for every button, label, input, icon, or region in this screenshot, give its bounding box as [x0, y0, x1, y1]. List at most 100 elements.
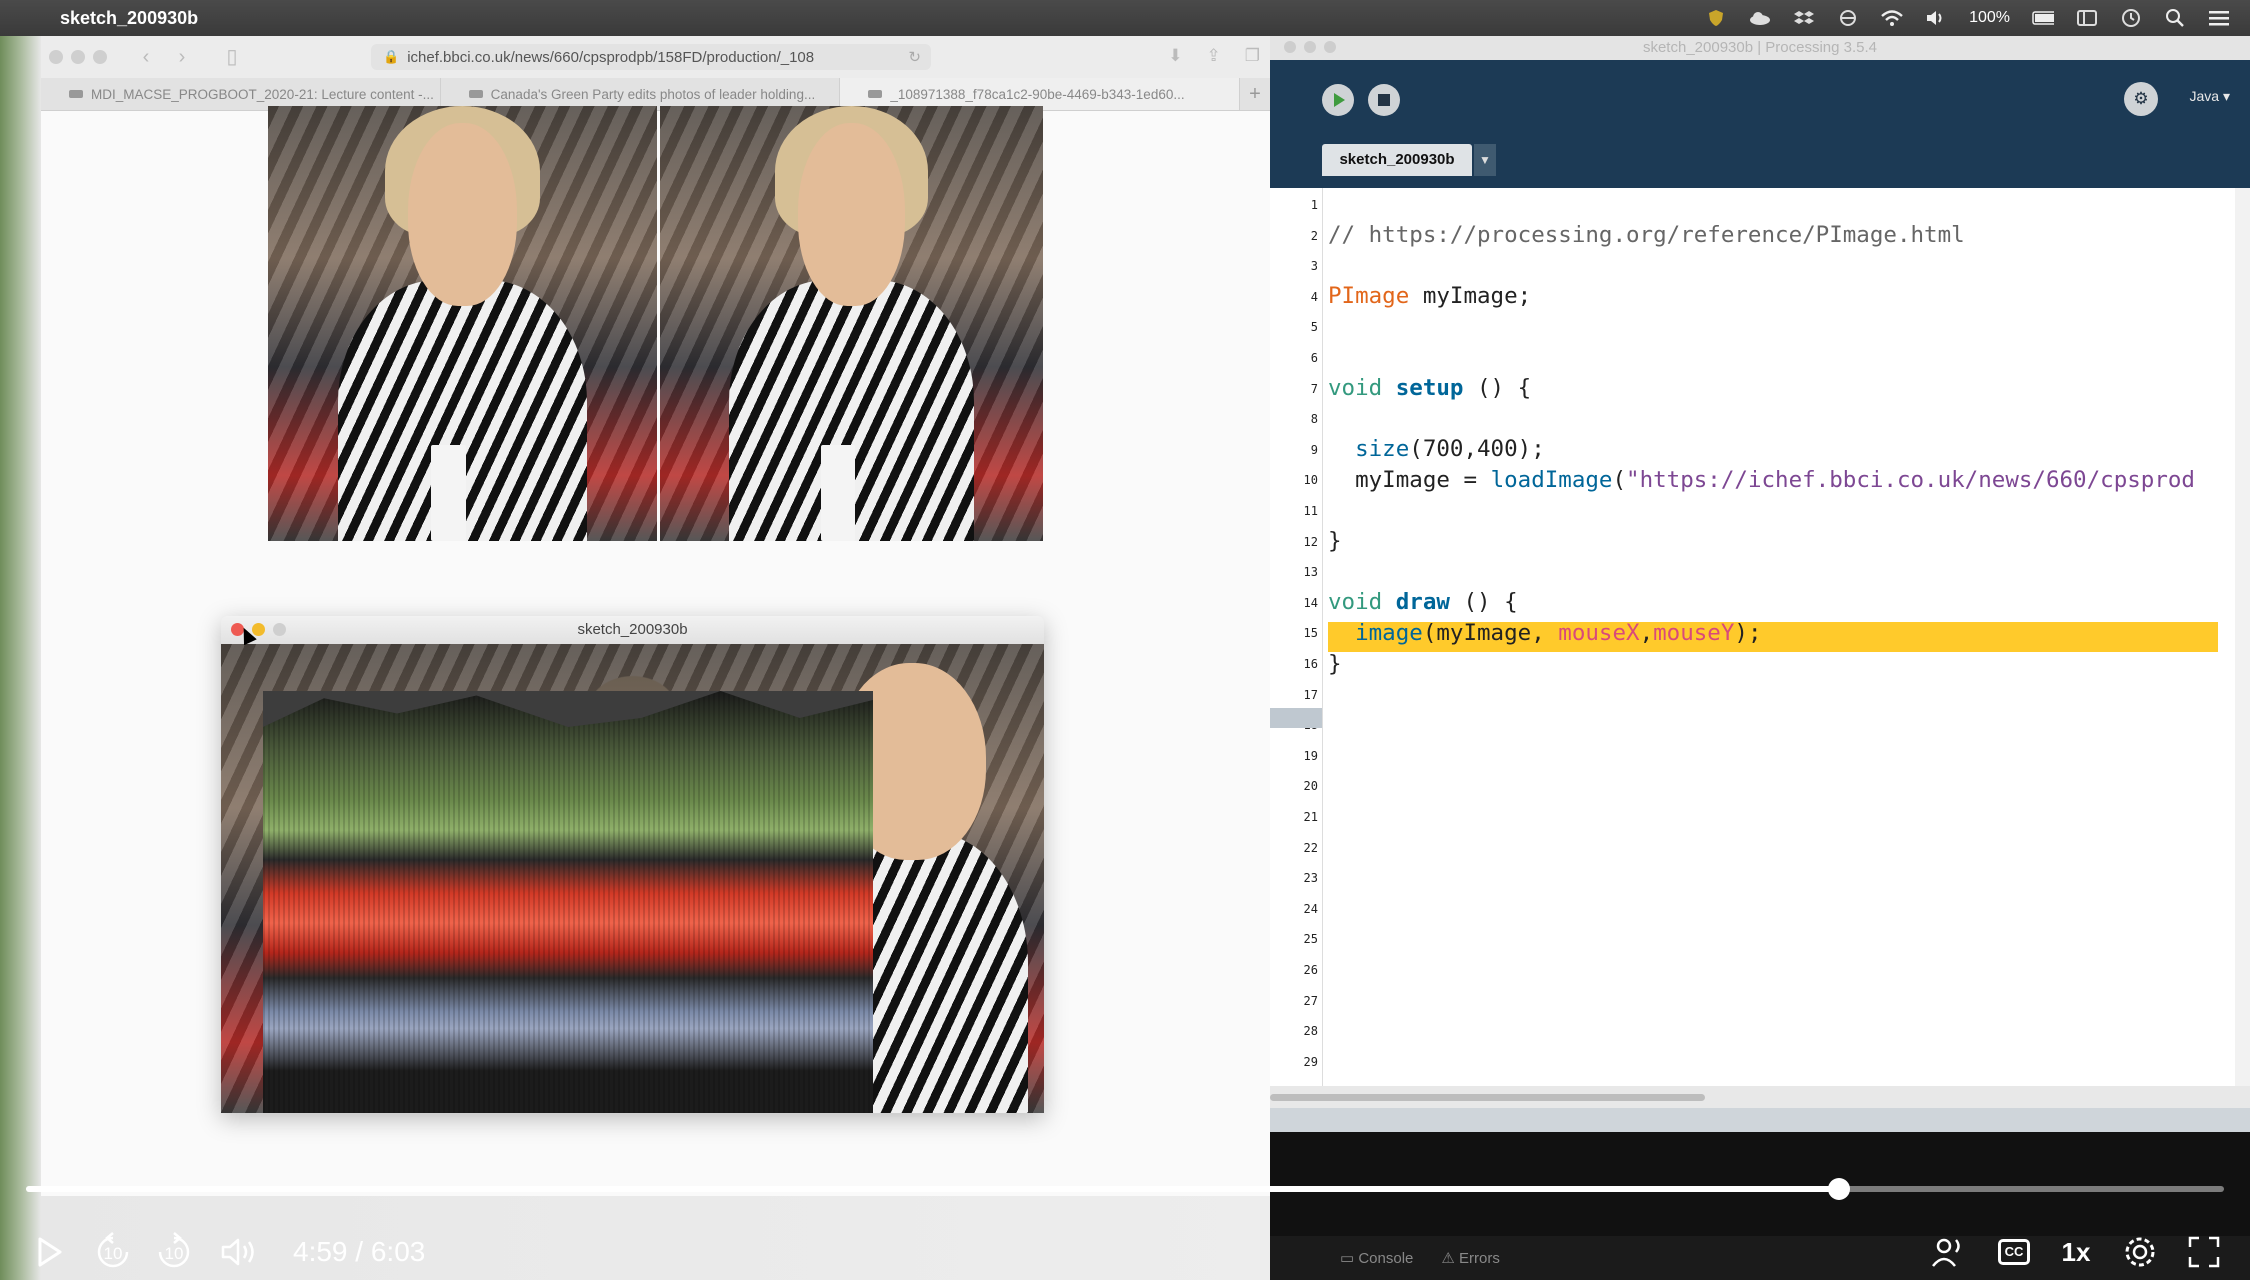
volume-button[interactable] [218, 1232, 262, 1272]
search-icon[interactable] [2164, 9, 2186, 27]
line-number: 8 [1310, 412, 1318, 427]
stop-icon [1378, 94, 1390, 106]
sidebar-icon[interactable]: ▯ [219, 45, 245, 69]
line-number: 4 [1310, 289, 1318, 304]
tab-title: MDI_MACSE_PROGBOOT_2020-21: Lecture cont… [91, 86, 434, 102]
line-number: 28 [1303, 1024, 1318, 1039]
ide-toolbar: ⚙ Java ▾ sketch_200930b ▼ [1270, 60, 2250, 188]
line-number: 21 [1303, 810, 1318, 824]
share-icon[interactable]: ⇪ [1207, 46, 1221, 66]
photo-right [660, 106, 1043, 541]
code-line-4: PImage myImage; [1328, 283, 1532, 309]
minimize-icon[interactable] [1304, 41, 1316, 53]
scrollbar-thumb[interactable] [1270, 1094, 1705, 1101]
display-icon[interactable] [2076, 9, 2098, 27]
line-number: 1 [1310, 198, 1318, 212]
ide-titlebar: sketch_200930b | Processing 3.5.4 [1270, 36, 2250, 60]
progress-bar[interactable] [26, 1178, 2224, 1200]
line-number: 25 [1303, 932, 1318, 947]
fullscreen-button[interactable] [2184, 1232, 2224, 1272]
dropbox-icon[interactable] [1793, 9, 1815, 27]
minimize-window-button[interactable] [71, 50, 85, 64]
wifi-icon[interactable] [1881, 9, 1903, 27]
processing-ide: sketch_200930b | Processing 3.5.4 ⚙ Java… [1270, 36, 2250, 1280]
code-line-12: } [1328, 528, 1342, 554]
progress-fill [26, 1186, 1839, 1192]
sketch-canvas[interactable] [221, 644, 1044, 1113]
run-button[interactable] [1322, 84, 1354, 116]
play-button[interactable] [30, 1232, 70, 1272]
tab-favicon-icon [868, 90, 883, 98]
line-number: 15 [1303, 626, 1318, 641]
duration: 6:03 [370, 1236, 426, 1267]
line-number: 16 [1303, 657, 1318, 671]
shield-icon[interactable] [1705, 9, 1727, 27]
line-number: 10 [1303, 473, 1318, 488]
volume-icon [221, 1238, 254, 1266]
address-text: ichef.bbci.co.uk/news/660/cpsprodpb/158F… [407, 48, 815, 66]
sketch-window-titlebar: sketch_200930b [221, 616, 1044, 645]
menu-extras: 100% [1705, 0, 2230, 36]
tabs-overview-icon[interactable]: ❐ [1245, 46, 1260, 66]
tab-menu-arrow-icon[interactable]: ▼ [1474, 144, 1496, 176]
address-bar[interactable]: 🔒 ichef.bbci.co.uk/news/660/cpsprodpb/15… [371, 44, 931, 70]
tab-title: _108971388_f78ca1c2-90be-4469-b343-1ed60… [890, 86, 1185, 102]
sketch-window-title: sketch_200930b [577, 621, 688, 638]
sketch-output-window: sketch_200930b [221, 616, 1044, 1113]
settings-button[interactable] [2118, 1232, 2162, 1272]
playback-speed-button[interactable]: 1x [2056, 1232, 2096, 1272]
browser-toolbar-actions: ⬇ ⇪ ❐ [1168, 46, 1260, 66]
sketch-tab[interactable]: sketch_200930b [1322, 144, 1472, 176]
mode-selector[interactable]: Java ▾ [2190, 88, 2231, 105]
control-center-icon[interactable] [2208, 9, 2230, 27]
zoom-icon[interactable] [273, 623, 286, 636]
skip-forward-button[interactable]: 10 [153, 1232, 195, 1272]
captions-button[interactable]: CC [1992, 1232, 2036, 1272]
skip-back-seconds: 10 [103, 1244, 123, 1263]
editor-horizontal-scrollbar[interactable] [1270, 1086, 2250, 1108]
network-icon[interactable] [1837, 9, 1859, 27]
debugger-button[interactable]: ⚙ [2124, 82, 2158, 116]
settings-gear-icon [2125, 1237, 2155, 1267]
zoom-icon[interactable] [1324, 41, 1336, 53]
close-icon[interactable] [1284, 41, 1296, 53]
time-display: 4:59 / 6:03 [293, 1236, 425, 1268]
audio-description-button[interactable] [1926, 1232, 1970, 1272]
volume-icon[interactable] [1925, 9, 1947, 27]
reload-icon[interactable]: ↻ [908, 48, 921, 66]
skip-forward-seconds: 10 [164, 1244, 184, 1263]
cloud-icon[interactable] [1749, 9, 1771, 27]
line-number: 14 [1303, 595, 1318, 610]
current-line-marker [1270, 708, 1322, 728]
skip-back-button[interactable]: 10 [92, 1232, 134, 1272]
time-separator: / [347, 1236, 371, 1267]
fullscreen-icon [2188, 1236, 2220, 1268]
zoom-window-button[interactable] [93, 50, 107, 64]
line-number: 12 [1303, 534, 1318, 549]
back-arrow-icon[interactable]: ‹ [133, 45, 159, 69]
editor-vertical-scrollbar[interactable] [2235, 188, 2250, 1086]
line-number: 3 [1310, 259, 1318, 274]
forward-arrow-icon[interactable]: › [169, 45, 195, 69]
download-icon[interactable]: ⬇ [1168, 46, 1182, 66]
code-line-10: myImage = loadImage("https://ichef.bbci.… [1355, 467, 2195, 493]
battery-icon[interactable] [2032, 9, 2054, 27]
line-number: 19 [1303, 748, 1318, 763]
stop-button[interactable] [1368, 84, 1400, 116]
clock-icon[interactable] [2120, 9, 2142, 27]
new-tab-icon[interactable]: + [1240, 78, 1270, 110]
code-line-7: void setup () { [1328, 375, 1532, 401]
play-icon [38, 1237, 62, 1267]
progress-knob[interactable] [1827, 1178, 1850, 1200]
audio-description-icon [1932, 1238, 1960, 1267]
code-editor[interactable]: 1234567891011121314151617181920212223242… [1270, 188, 2235, 1086]
line-number-gutter: 1234567891011121314151617181920212223242… [1270, 188, 1323, 1086]
video-player-controls: 10 10 4:59 / 6:03 CC 1x [0, 1140, 2250, 1280]
line-number: 17 [1303, 687, 1318, 702]
play-icon [1334, 93, 1345, 107]
lock-icon: 🔒 [383, 49, 400, 64]
captions-icon: CC [1998, 1239, 2030, 1265]
current-time: 4:59 [293, 1236, 348, 1267]
close-window-button[interactable] [49, 50, 63, 64]
app-name-menu[interactable]: sketch_200930b [60, 8, 198, 29]
